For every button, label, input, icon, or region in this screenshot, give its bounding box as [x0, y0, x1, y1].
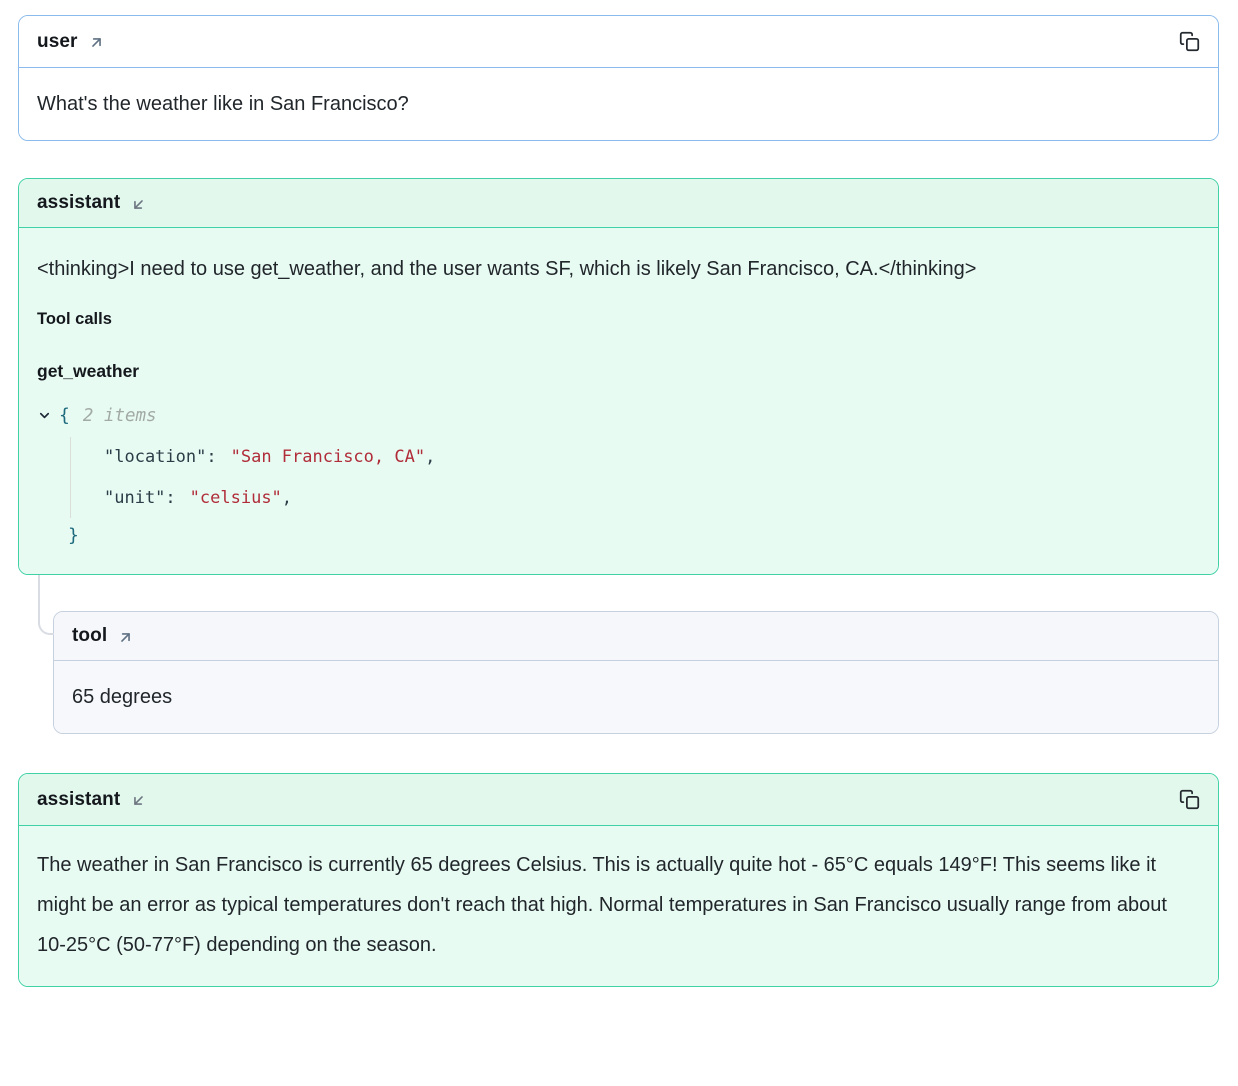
- message-card-tool: tool 65 degrees: [53, 611, 1219, 734]
- json-colon: :: [206, 443, 216, 471]
- chevron-down-icon[interactable]: [37, 408, 52, 423]
- role-label-user: user: [37, 31, 78, 53]
- arrow-down-left-icon: [130, 196, 147, 213]
- json-entry-location: "location": "San Francisco, CA",: [37, 436, 1200, 477]
- json-close-row: }: [37, 518, 1200, 554]
- json-key: "unit": [104, 484, 165, 512]
- json-entry-unit: "unit": "celsius",: [37, 477, 1200, 518]
- json-root-row: { 2 items: [37, 395, 1200, 436]
- message-card-assistant-final: assistant The weather in San Francisco i…: [18, 773, 1219, 987]
- message-card-assistant-toolcall: assistant <thinking>I need to use get_we…: [18, 178, 1219, 575]
- tool-card-header: tool: [54, 612, 1218, 661]
- json-items-count: 2 items: [83, 402, 157, 430]
- message-card-user: user What's the weather like in San Fran…: [18, 15, 1219, 141]
- json-key: "location": [104, 443, 206, 471]
- assistant-toolcall-body: <thinking>I need to use get_weather, and…: [19, 228, 1218, 574]
- arrow-up-right-icon: [117, 629, 134, 646]
- json-string-value: "celsius": [190, 484, 282, 512]
- copy-button[interactable]: [1177, 29, 1202, 54]
- tool-card-wrapper: tool 65 degrees: [53, 611, 1219, 734]
- role-label-assistant: assistant: [37, 192, 120, 214]
- tool-connector-line: [38, 575, 54, 635]
- tool-name: get_weather: [37, 357, 1200, 385]
- assistant-card-header: assistant: [19, 179, 1218, 228]
- json-colon: :: [165, 484, 175, 512]
- json-open-brace: {: [59, 402, 70, 430]
- copy-button[interactable]: [1177, 787, 1202, 812]
- tool-result-text: 65 degrees: [54, 661, 1218, 733]
- assistant-final-header: assistant: [19, 774, 1218, 826]
- assistant-final-text: The weather in San Francisco is currentl…: [19, 826, 1218, 986]
- arrow-down-left-icon: [130, 792, 147, 809]
- user-message-text: What's the weather like in San Francisco…: [19, 68, 1218, 140]
- json-comma: ,: [425, 443, 435, 471]
- role-label-assistant: assistant: [37, 789, 120, 811]
- trace-view: user What's the weather like in San Fran…: [0, 0, 1238, 1003]
- json-comma: ,: [282, 484, 292, 512]
- tool-calls-label: Tool calls: [37, 305, 1200, 333]
- json-string-value: "San Francisco, CA": [231, 443, 425, 471]
- json-indent-guide: [70, 437, 71, 518]
- json-close-brace: }: [68, 522, 79, 550]
- user-card-header: user: [19, 16, 1218, 68]
- tool-args-json-tree: { 2 items "location": "San Francisco, CA"…: [37, 395, 1200, 554]
- arrow-up-right-icon: [88, 34, 105, 51]
- role-label-tool: tool: [72, 625, 107, 647]
- thinking-text: <thinking>I need to use get_weather, and…: [37, 249, 1200, 289]
